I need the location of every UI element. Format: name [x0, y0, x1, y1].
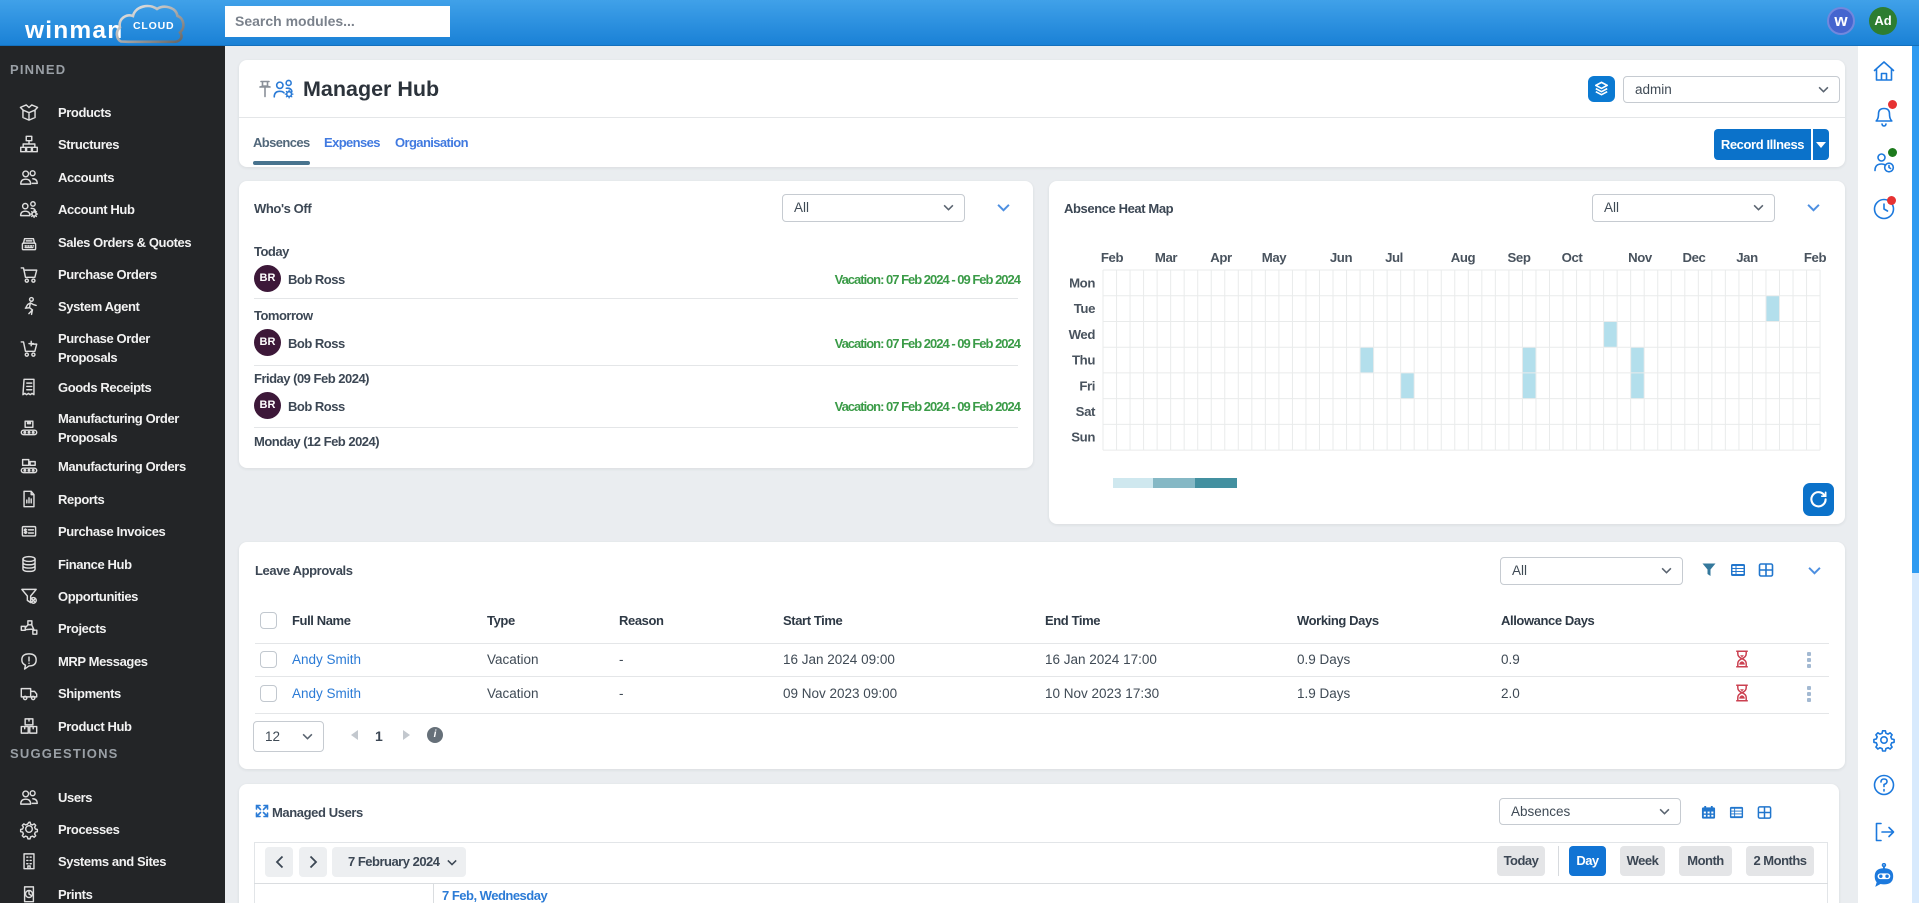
svg-text:Dec: Dec — [1683, 250, 1706, 265]
svg-text:Aug: Aug — [1451, 250, 1476, 265]
svg-text:Jun: Jun — [1330, 250, 1353, 265]
svg-text:May: May — [1262, 250, 1288, 265]
svg-text:Sat: Sat — [1076, 404, 1096, 419]
svg-text:Oct: Oct — [1562, 250, 1584, 265]
svg-text:Jan: Jan — [1736, 250, 1758, 265]
svg-text:Tue: Tue — [1074, 301, 1095, 316]
svg-text:Feb: Feb — [1101, 250, 1124, 265]
svg-text:Sun: Sun — [1071, 430, 1095, 445]
svg-text:Feb: Feb — [1804, 250, 1827, 265]
svg-text:Fri: Fri — [1079, 378, 1095, 393]
svg-text:Apr: Apr — [1210, 250, 1232, 265]
svg-text:Thu: Thu — [1072, 353, 1095, 368]
svg-text:Wed: Wed — [1069, 327, 1096, 342]
svg-text:Nov: Nov — [1628, 250, 1653, 265]
svg-text:Jul: Jul — [1385, 250, 1403, 265]
svg-text:winman: winman — [24, 17, 123, 44]
svg-text:CLOUD: CLOUD — [133, 20, 174, 32]
svg-text:Sep: Sep — [1508, 250, 1531, 265]
svg-text:Mar: Mar — [1155, 250, 1178, 265]
svg-text:Mon: Mon — [1069, 275, 1095, 290]
